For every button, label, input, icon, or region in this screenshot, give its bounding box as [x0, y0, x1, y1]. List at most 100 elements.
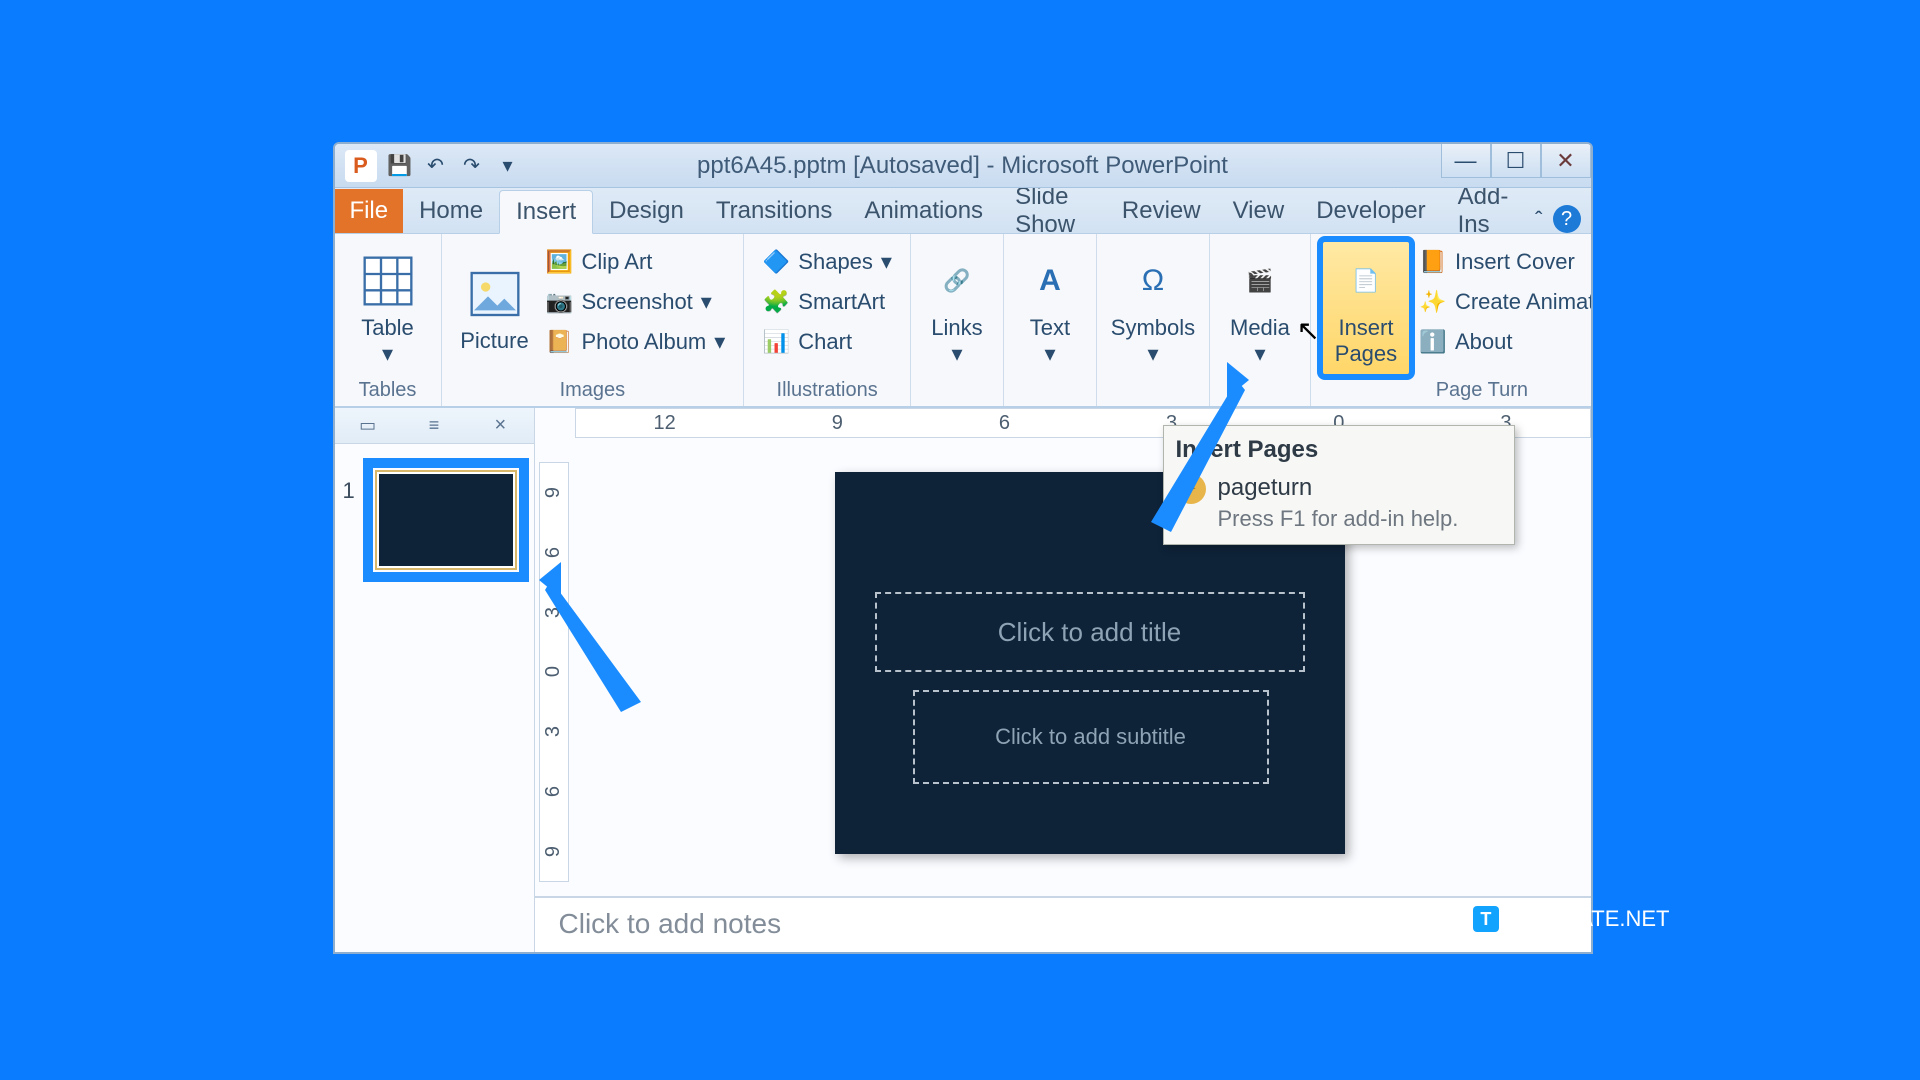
photoalbum-icon: 📔 — [546, 328, 574, 356]
table-icon — [360, 253, 416, 309]
smartart-button[interactable]: 🧩 SmartArt — [758, 286, 896, 318]
window-close-button[interactable]: ✕ — [1541, 144, 1591, 178]
picture-icon — [467, 266, 523, 322]
group-images: Picture 🖼️ Clip Art 📷 Screenshot ▾ — [442, 234, 745, 406]
text-label: Text — [1030, 315, 1070, 341]
symbols-label: Symbols — [1111, 315, 1195, 341]
panel-tab-outline[interactable]: ≡ — [401, 408, 467, 443]
qat-customize-icon[interactable]: ▾ — [495, 153, 521, 179]
insert-cover-icon: 📙 — [1419, 248, 1447, 276]
clipart-button[interactable]: 🖼️ Clip Art — [542, 246, 730, 278]
slide-thumbnail-1[interactable]: 1 — [343, 462, 526, 578]
titlebar: P 💾 ↶ ↷ ▾ ppt6A45.pptm [Autosaved] - Mic… — [335, 144, 1591, 188]
tab-review[interactable]: Review — [1106, 189, 1217, 233]
photoalbum-button[interactable]: 📔 Photo Album ▾ — [542, 326, 730, 358]
annotation-arrow-left — [521, 562, 661, 722]
window-title: ppt6A45.pptm [Autosaved] - Microsoft Pow… — [335, 152, 1591, 180]
about-icon: ℹ️ — [1419, 328, 1447, 356]
chevron-down-icon: ▾ — [951, 341, 962, 367]
group-links-label — [921, 379, 993, 406]
chevron-down-icon: ▾ — [1044, 341, 1055, 367]
tab-animations[interactable]: Animations — [848, 189, 999, 233]
app-icon: P — [345, 150, 377, 182]
table-label: Table — [361, 315, 414, 341]
media-label: Media — [1230, 315, 1290, 341]
tab-home[interactable]: Home — [403, 189, 499, 233]
ribbon-insert: Table ▾ Tables Picture — [335, 234, 1591, 408]
smartart-label: SmartArt — [798, 289, 885, 315]
title-placeholder[interactable]: Click to add title — [875, 592, 1305, 672]
watermark-icon: T — [1473, 906, 1499, 932]
group-tables: Table ▾ Tables — [335, 234, 442, 406]
chart-label: Chart — [798, 329, 852, 355]
chevron-down-icon: ▾ — [701, 289, 712, 315]
slides-panel: ▭ ≡ × 1 — [335, 408, 535, 952]
thumbnail-preview — [375, 470, 517, 570]
group-illustrations: 🔷 Shapes ▾ 🧩 SmartArt 📊 Chart — [744, 234, 911, 406]
shapes-label: Shapes — [798, 249, 873, 275]
media-button[interactable]: 🎬 Media ▾ — [1220, 240, 1300, 376]
slide-number: 1 — [343, 462, 367, 504]
symbols-icon: Ω — [1125, 253, 1181, 309]
ribbon-collapse-button[interactable]: ˆ — [1525, 207, 1552, 233]
about-button[interactable]: ℹ️ About — [1415, 326, 1593, 358]
watermark: T TEMPLATE.NET — [1473, 906, 1670, 932]
links-label: Links — [931, 315, 982, 341]
text-icon: A — [1022, 253, 1078, 309]
group-tables-label: Tables — [345, 379, 431, 406]
group-links: 🔗 Links ▾ — [911, 234, 1004, 406]
text-button[interactable]: A Text ▾ — [1014, 240, 1086, 376]
ribbon-tabrow: File Home Insert Design Transitions Anim… — [335, 188, 1591, 234]
group-pageturn-label: Page Turn — [1321, 379, 1593, 406]
tab-slideshow[interactable]: Slide Show — [999, 189, 1106, 233]
chevron-down-icon: ▾ — [382, 341, 393, 367]
chevron-down-icon: ▾ — [881, 249, 892, 275]
clipart-icon: 🖼️ — [546, 248, 574, 276]
screenshot-button[interactable]: 📷 Screenshot ▾ — [542, 286, 730, 318]
help-button[interactable]: ? — [1553, 205, 1581, 233]
tab-insert[interactable]: Insert — [499, 190, 593, 234]
watermark-text: TEMPLATE.NET — [1505, 906, 1670, 932]
subtitle-placeholder[interactable]: Click to add subtitle — [913, 690, 1269, 784]
chart-icon: 📊 — [762, 328, 790, 356]
tab-file[interactable]: File — [335, 189, 404, 233]
insert-cover-label: Insert Cover — [1455, 249, 1575, 275]
chart-button[interactable]: 📊 Chart — [758, 326, 896, 358]
qat-save-icon[interactable]: 💾 — [387, 153, 413, 179]
qat-undo-icon[interactable]: ↶ — [423, 153, 449, 179]
tab-view[interactable]: View — [1217, 189, 1301, 233]
qat-redo-icon[interactable]: ↷ — [459, 153, 485, 179]
group-illustrations-label: Illustrations — [754, 379, 900, 406]
smartart-icon: 🧩 — [762, 288, 790, 316]
insert-pages-label: Insert Pages — [1322, 315, 1410, 367]
picture-label: Picture — [460, 328, 528, 354]
create-animations-button[interactable]: ✨ Create Animations — [1415, 286, 1593, 318]
symbols-button[interactable]: Ω Symbols ▾ — [1107, 240, 1199, 376]
links-icon: 🔗 — [929, 253, 985, 309]
screenshot-icon: 📷 — [546, 288, 574, 316]
panel-tab-slides[interactable]: ▭ — [335, 408, 401, 443]
tab-transitions[interactable]: Transitions — [700, 189, 848, 233]
window-maximize-button[interactable]: ☐ — [1491, 144, 1541, 178]
clipart-label: Clip Art — [582, 249, 653, 275]
insert-cover-button[interactable]: 📙 Insert Cover — [1415, 246, 1593, 278]
insert-pages-button[interactable]: 📄 Insert Pages — [1321, 240, 1411, 376]
mouse-cursor-icon: ↖ — [1297, 314, 1320, 347]
group-text-label — [1014, 379, 1086, 406]
tab-developer[interactable]: Developer — [1300, 189, 1441, 233]
annotation-arrow-right — [1141, 362, 1281, 542]
window-minimize-button[interactable]: — — [1441, 144, 1491, 178]
tab-addins[interactable]: Add-Ins — [1442, 189, 1526, 233]
tab-design[interactable]: Design — [593, 189, 700, 233]
table-button[interactable]: Table ▾ — [345, 240, 431, 376]
group-images-label: Images — [452, 379, 734, 406]
about-label: About — [1455, 329, 1513, 355]
shapes-button[interactable]: 🔷 Shapes ▾ — [758, 246, 896, 278]
picture-button[interactable]: Picture — [452, 240, 538, 376]
group-text: A Text ▾ — [1004, 234, 1097, 406]
shapes-icon: 🔷 — [762, 248, 790, 276]
links-button[interactable]: 🔗 Links ▾ — [921, 240, 993, 376]
notes-pane[interactable]: Click to add notes — [535, 896, 1591, 952]
create-animations-label: Create Animations — [1455, 289, 1593, 315]
panel-close-button[interactable]: × — [467, 408, 533, 443]
